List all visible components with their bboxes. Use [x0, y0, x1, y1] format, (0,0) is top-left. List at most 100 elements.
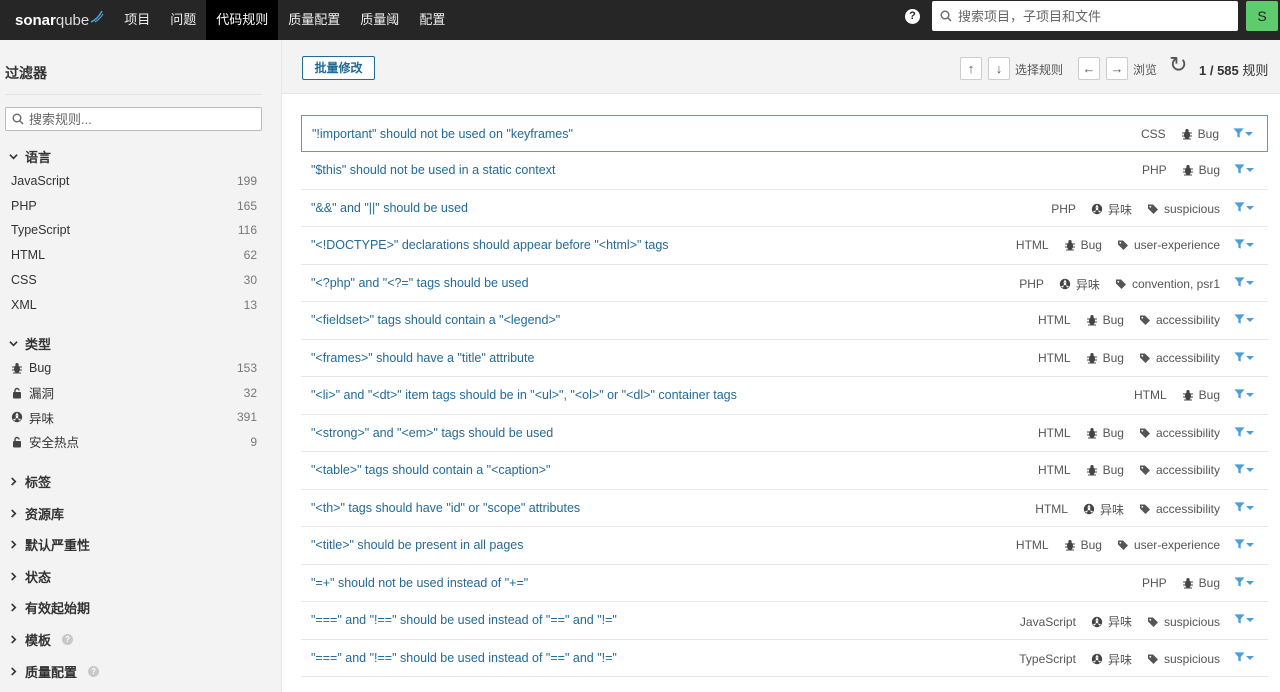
caret-down-icon — [1246, 243, 1254, 247]
rule-row[interactable]: "<strong>" and "<em>" tags should be use… — [301, 414, 1268, 452]
rule-row[interactable]: "$this" should not be used in a static c… — [301, 152, 1268, 190]
facet-header[interactable]: 标签 — [9, 472, 51, 491]
facet-language-item[interactable]: HTML 62 — [11, 244, 257, 266]
facet-header[interactable]: 质量配置? — [9, 662, 100, 681]
rules-toolbar: 批量修改 ↑ ↓ 选择规则 ← → 浏览 ↻ 1 / 585 规则 — [282, 40, 1280, 94]
rule-name-link[interactable]: "===" and "!==" should be used instead o… — [311, 651, 617, 665]
facet-language-item[interactable]: PHP 165 — [11, 195, 257, 217]
rule-filter-dropdown[interactable] — [1234, 651, 1254, 663]
rule-name-link[interactable]: "<li>" and "<dt>" item tags should be in… — [311, 388, 737, 402]
caret-down-icon — [1246, 618, 1254, 622]
nav-item[interactable]: 问题 — [160, 0, 206, 40]
rule-filter-dropdown[interactable] — [1233, 127, 1253, 139]
help-tooltip-icon[interactable]: ? — [88, 665, 100, 677]
rule-language: HTML — [1037, 350, 1071, 365]
facet-language-item[interactable]: TypeScript 116 — [11, 219, 257, 241]
rule-name-link[interactable]: "===" and "!==" should be used instead o… — [311, 613, 617, 627]
bulk-change-button[interactable]: 批量修改 — [302, 56, 375, 80]
facet-type-header[interactable]: 类型 — [9, 334, 51, 353]
rule-language: HTML — [1015, 538, 1049, 552]
rule-filter-dropdown[interactable] — [1234, 426, 1254, 438]
rule-filter-dropdown[interactable] — [1234, 201, 1254, 213]
facet-header[interactable]: 状态 — [9, 567, 51, 586]
user-avatar[interactable]: S — [1246, 1, 1278, 31]
bug-icon — [1182, 390, 1193, 401]
nav-item[interactable]: 质量阈 — [350, 0, 409, 40]
global-search-input[interactable] — [958, 8, 1228, 24]
rule-search-input[interactable] — [29, 111, 249, 127]
rule-filter-dropdown[interactable] — [1234, 538, 1254, 550]
rule-row[interactable]: "===" and "!==" should be used instead o… — [301, 639, 1268, 677]
facet-header[interactable]: 默认严重性 — [9, 535, 90, 554]
facet-type-item[interactable]: 异味 391 — [11, 406, 257, 428]
sonarqube-logo[interactable]: sonar qube — [0, 0, 114, 40]
rule-filter-dropdown[interactable] — [1234, 388, 1254, 400]
rule-meta: HTML Bug user-experience — [1016, 538, 1220, 552]
rule-name-link[interactable]: "=+" should not be used instead of "+=" — [311, 576, 528, 590]
rule-name-link[interactable]: "<!DOCTYPE>" declarations should appear … — [311, 238, 669, 252]
facet-language-item[interactable]: JavaScript 199 — [11, 170, 257, 192]
rule-filter-dropdown[interactable] — [1234, 351, 1254, 363]
rule-row[interactable]: "<title>" should be present in all pages… — [301, 527, 1268, 565]
rule-row[interactable]: "<li>" and "<dt>" item tags should be in… — [301, 377, 1268, 415]
rule-filter-dropdown[interactable] — [1234, 463, 1254, 475]
facet-type-item[interactable]: Bug 153 — [11, 357, 257, 379]
nav-item[interactable]: 项目 — [114, 0, 160, 40]
rule-row[interactable]: "<?php" and "<?=" tags should be used PHP… — [301, 264, 1268, 302]
facet-item-label: CSS — [11, 272, 37, 287]
rule-search[interactable] — [5, 107, 262, 131]
tag-icon — [1139, 428, 1150, 438]
rule-name-link[interactable]: "<frames>" should have a "title" attribu… — [311, 351, 534, 365]
filter-icon — [1233, 128, 1244, 138]
browse-right-button[interactable]: → — [1106, 57, 1128, 80]
nav-item[interactable]: 质量配置 — [278, 0, 350, 40]
rule-name-link[interactable]: "<title>" should be present in all pages — [311, 538, 524, 552]
rule-filter-dropdown[interactable] — [1234, 313, 1254, 325]
rule-name-link[interactable]: "<th>" tags should have "id" or "scope" … — [311, 501, 580, 515]
select-up-button[interactable]: ↑ — [960, 57, 982, 80]
rule-row[interactable]: "<!DOCTYPE>" declarations should appear … — [301, 227, 1268, 265]
rule-filter-dropdown[interactable] — [1234, 613, 1254, 625]
rule-row[interactable]: "=+" should not be used instead of "+=" P… — [301, 564, 1268, 602]
select-down-button[interactable]: ↓ — [988, 57, 1010, 80]
rule-type: Bug — [1102, 313, 1124, 327]
rule-row[interactable]: "!important" should not be used on "keyf… — [301, 115, 1268, 152]
facet-header[interactable]: 有效起始期 — [9, 598, 90, 617]
rule-filter-dropdown[interactable] — [1234, 238, 1254, 250]
facet-language-item[interactable]: XML 13 — [11, 294, 257, 316]
rule-row[interactable]: "&&" and "||" should be used PHP 异味 suspici… — [301, 189, 1268, 227]
rule-tags: accessibility — [1155, 313, 1220, 327]
global-search[interactable] — [932, 1, 1238, 31]
reload-icon[interactable]: ↻ — [1169, 54, 1187, 76]
tag-icon — [1147, 654, 1158, 664]
nav-item[interactable]: 配置 — [409, 0, 455, 40]
rule-name-link[interactable]: "&&" and "||" should be used — [311, 201, 468, 215]
rule-filter-dropdown[interactable] — [1234, 501, 1254, 513]
facet-header[interactable]: 模板? — [9, 630, 74, 649]
rule-name-link[interactable]: "!important" should not be used on "keyf… — [312, 127, 573, 141]
rule-name-link[interactable]: "<table>" tags should contain a "<captio… — [311, 463, 550, 477]
facet-language-item[interactable]: CSS 30 — [11, 269, 257, 291]
rule-filter-dropdown[interactable] — [1234, 576, 1254, 588]
rule-row[interactable]: "<table>" tags should contain a "<captio… — [301, 452, 1268, 490]
rule-row[interactable]: "===" and "!==" should be used instead o… — [301, 602, 1268, 640]
rule-name-link[interactable]: "<?php" and "<?=" tags should be used — [311, 276, 529, 290]
facet-language-header[interactable]: 语言 — [9, 147, 51, 166]
facet-type-item[interactable]: 安全热点 9 — [11, 431, 257, 453]
main-nav: 项目 问题 代码规则 质量配置 质量阈 配置 — [114, 0, 455, 40]
rule-row[interactable]: "<fieldset>" tags should contain a "<leg… — [301, 302, 1268, 340]
rule-name-link[interactable]: "<fieldset>" tags should contain a "<leg… — [311, 313, 560, 327]
help-tooltip-icon[interactable]: ? — [62, 634, 74, 645]
rule-filter-dropdown[interactable] — [1234, 163, 1254, 175]
rule-row[interactable]: "<th>" tags should have "id" or "scope" … — [301, 489, 1268, 527]
rule-name-link[interactable]: "$this" should not be used in a static c… — [311, 163, 555, 177]
help-icon[interactable]: ? — [905, 9, 920, 24]
browse-left-button[interactable]: ← — [1078, 57, 1100, 80]
rule-row[interactable]: "<frames>" should have a "title" attribu… — [301, 339, 1268, 377]
nav-item[interactable]: 代码规则 — [206, 0, 279, 40]
facet-item-label: HTML — [11, 248, 46, 263]
rule-name-link[interactable]: "<strong>" and "<em>" tags should be use… — [311, 426, 553, 440]
rule-filter-dropdown[interactable] — [1234, 276, 1254, 288]
facet-header[interactable]: 资源库 — [9, 504, 64, 523]
facet-type-item[interactable]: 漏洞 32 — [11, 382, 257, 404]
